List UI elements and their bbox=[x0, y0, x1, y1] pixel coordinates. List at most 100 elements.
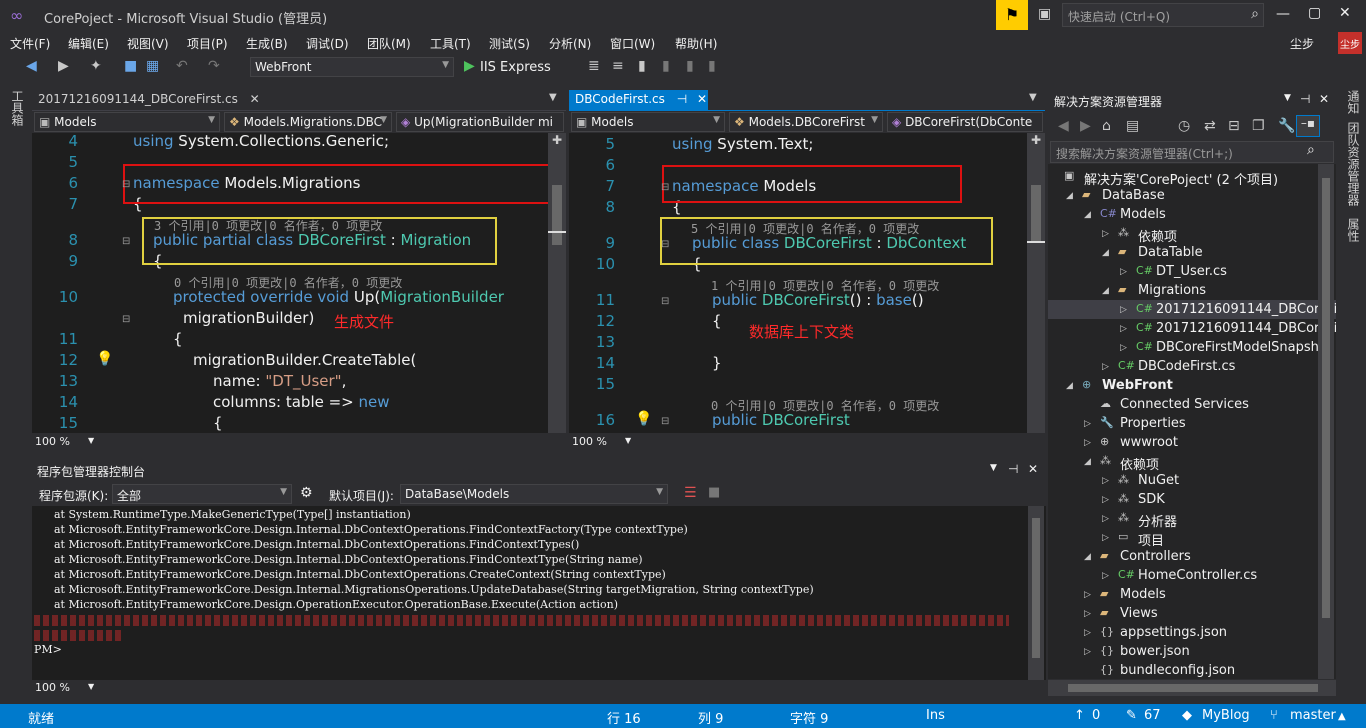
collapse-icon[interactable]: ⊟ bbox=[661, 239, 669, 250]
menu-build[interactable]: 生成(B) bbox=[246, 35, 288, 52]
tree-item[interactable]: Views bbox=[1120, 606, 1158, 621]
properties-tab[interactable]: 属性 bbox=[1345, 218, 1362, 242]
tree-item[interactable]: Models bbox=[1120, 587, 1166, 602]
expander-icon[interactable]: ◢ bbox=[1084, 457, 1091, 467]
zoom-left[interactable]: 100 % ▼ bbox=[32, 434, 566, 450]
notifications-icon[interactable]: ▣ bbox=[1038, 6, 1051, 22]
nav-member-left[interactable]: ◈ Up(MigrationBuilder mi bbox=[396, 112, 564, 132]
expander-icon[interactable]: ▷ bbox=[1120, 305, 1127, 315]
expander-icon[interactable]: ▷ bbox=[1120, 267, 1127, 277]
bookmark-icon[interactable]: ▮ bbox=[638, 58, 646, 74]
tree-scroll-thumb[interactable] bbox=[1322, 178, 1330, 618]
pin-icon[interactable]: ⊣ bbox=[1008, 462, 1018, 476]
editor-scrollbar[interactable]: ✚ bbox=[548, 133, 566, 433]
menu-file[interactable]: 文件(F) bbox=[10, 35, 50, 52]
collapse-icon[interactable]: ⊟ bbox=[122, 314, 130, 325]
zoom-right[interactable]: 100 % ▼ bbox=[569, 434, 1045, 450]
tree-item[interactable]: 解决方案'CorePoject' (2 个项目) bbox=[1084, 169, 1278, 188]
default-project-select[interactable]: DataBase\Models ▼ bbox=[400, 484, 668, 504]
menu-test[interactable]: 测试(S) bbox=[489, 35, 530, 52]
tree-item[interactable]: appsettings.json bbox=[1120, 625, 1227, 640]
package-source-select[interactable]: 全部 ▼ bbox=[112, 484, 292, 504]
tree-item[interactable]: 依赖项 bbox=[1138, 226, 1177, 245]
codelens[interactable]: 1 个引用|0 项更改|0 名作者，0 项更改 bbox=[711, 277, 939, 294]
gear-icon[interactable]: ⚙ bbox=[300, 485, 313, 501]
editor-scrollbar[interactable]: ✚ bbox=[1027, 133, 1045, 433]
tree-item[interactable]: 20171216091144_DBCoreFir bbox=[1156, 321, 1336, 336]
clear-console-icon[interactable]: ☰ bbox=[684, 485, 697, 501]
collapse-icon[interactable]: ⊟ bbox=[661, 182, 669, 193]
chevron-down-icon[interactable]: ▼ bbox=[1029, 92, 1037, 103]
editor-scroll-thumb[interactable] bbox=[552, 185, 562, 245]
expander-icon[interactable]: ▷ bbox=[1102, 533, 1109, 543]
expander-icon[interactable]: ◢ bbox=[1066, 191, 1073, 201]
codelens[interactable]: 0 个引用|0 项更改|0 名作者，0 项更改 bbox=[174, 274, 402, 291]
tree-item[interactable]: DBCoreFirstModelSnapshot bbox=[1156, 340, 1332, 355]
tab-left-migration[interactable]: 20171216091144_DBCoreFirst.cs ✕ bbox=[32, 90, 268, 110]
menu-window[interactable]: 窗口(W) bbox=[610, 35, 655, 52]
expander-icon[interactable]: ◢ bbox=[1084, 210, 1091, 220]
pin-icon[interactable]: ⊣ bbox=[677, 92, 687, 106]
bookmark-prev-icon[interactable]: ▮ bbox=[662, 58, 670, 74]
chevron-down-icon[interactable]: ▼ bbox=[1284, 93, 1291, 103]
code-editor-right[interactable]: 5 using System.Text; 6 7 namespace Models 8{9… bbox=[569, 133, 1045, 433]
expander-icon[interactable]: ▷ bbox=[1102, 514, 1109, 524]
tree-item[interactable]: Controllers bbox=[1120, 549, 1191, 564]
back-icon[interactable]: ◀ bbox=[1058, 118, 1069, 134]
repo-icon[interactable]: ◆ bbox=[1182, 708, 1192, 723]
pin-icon[interactable]: ⊣ bbox=[1300, 92, 1310, 106]
feedback-icon[interactable]: ⚑ bbox=[996, 0, 1028, 30]
expander-icon[interactable]: ▷ bbox=[1084, 628, 1091, 638]
collapse-icon[interactable]: ⊟ bbox=[661, 416, 669, 427]
tree-item[interactable]: WebFront bbox=[1102, 378, 1173, 393]
tree-item[interactable]: Properties bbox=[1120, 416, 1186, 431]
solution-hscroll[interactable] bbox=[1048, 680, 1336, 696]
tree-item[interactable]: NuGet bbox=[1138, 473, 1179, 488]
expander-icon[interactable]: ▷ bbox=[1102, 362, 1109, 372]
console-prompt[interactable]: PM> bbox=[34, 643, 62, 656]
back-icon[interactable]: ◀ bbox=[26, 58, 37, 74]
collapse-icon[interactable]: ⊟ bbox=[661, 296, 669, 307]
menu-view[interactable]: 视图(V) bbox=[127, 35, 169, 52]
startup-project-select[interactable]: WebFront ▼ bbox=[250, 57, 454, 77]
console-scroll-thumb[interactable] bbox=[1032, 518, 1040, 658]
maximize-button[interactable]: ▢ bbox=[1308, 5, 1321, 21]
tree-item[interactable]: HomeController.cs bbox=[1138, 568, 1257, 583]
tree-item[interactable]: DataTable bbox=[1138, 245, 1203, 260]
tree-item[interactable]: Migrations bbox=[1138, 283, 1206, 298]
solution-hscroll-thumb[interactable] bbox=[1068, 684, 1318, 692]
status-changes[interactable]: 67 bbox=[1144, 708, 1161, 723]
expander-icon[interactable]: ▷ bbox=[1120, 324, 1127, 334]
tree-item[interactable]: DT_User.cs bbox=[1156, 264, 1227, 279]
expander-icon[interactable]: ▷ bbox=[1084, 419, 1091, 429]
close-icon[interactable]: ✕ bbox=[1028, 462, 1038, 476]
chevron-down-icon[interactable]: ▼ bbox=[549, 92, 557, 103]
menu-project[interactable]: 项目(P) bbox=[187, 35, 228, 52]
chevron-down-icon[interactable]: ▼ bbox=[990, 463, 997, 473]
package-console-output[interactable]: PM> at System.RuntimeType.MakeGenericTyp… bbox=[32, 506, 1046, 680]
close-button[interactable]: ✕ bbox=[1339, 5, 1351, 21]
comment-icon[interactable]: ≣ bbox=[588, 58, 600, 74]
solution-search[interactable]: 搜索解决方案资源管理器(Ctrl+;) ⌕ bbox=[1050, 141, 1334, 163]
switch-views-icon[interactable]: ▤ bbox=[1126, 118, 1139, 134]
minimize-button[interactable]: — bbox=[1276, 6, 1290, 22]
menu-edit[interactable]: 编辑(E) bbox=[68, 35, 109, 52]
menu-help[interactable]: 帮助(H) bbox=[675, 35, 717, 52]
tree-item[interactable]: wwwroot bbox=[1120, 435, 1178, 450]
show-all-files-icon[interactable]: ❐ bbox=[1252, 118, 1265, 134]
expander-icon[interactable]: ▷ bbox=[1120, 343, 1127, 353]
expander-icon[interactable]: ◢ bbox=[1102, 248, 1109, 258]
nav-member-right[interactable]: ◈ DBCoreFirst(DbConte bbox=[887, 112, 1043, 132]
uncomment-icon[interactable]: ≡ bbox=[612, 58, 624, 74]
branch-icon[interactable]: ⑂ bbox=[1270, 708, 1278, 723]
save-icon[interactable]: ■ bbox=[124, 58, 137, 74]
close-icon[interactable]: ✕ bbox=[250, 92, 260, 106]
expander-icon[interactable]: ▷ bbox=[1084, 438, 1091, 448]
notifications-tab[interactable]: 通知 bbox=[1345, 90, 1362, 114]
nav-project-right[interactable]: ▣ Models ▼ bbox=[571, 112, 725, 132]
menu-debug[interactable]: 调试(D) bbox=[306, 35, 349, 52]
tree-item[interactable]: Models bbox=[1120, 207, 1166, 222]
tree-item[interactable]: bower.json bbox=[1120, 644, 1190, 659]
user-name[interactable]: 尘步 bbox=[1290, 35, 1314, 52]
menu-team[interactable]: 团队(M) bbox=[367, 35, 411, 52]
